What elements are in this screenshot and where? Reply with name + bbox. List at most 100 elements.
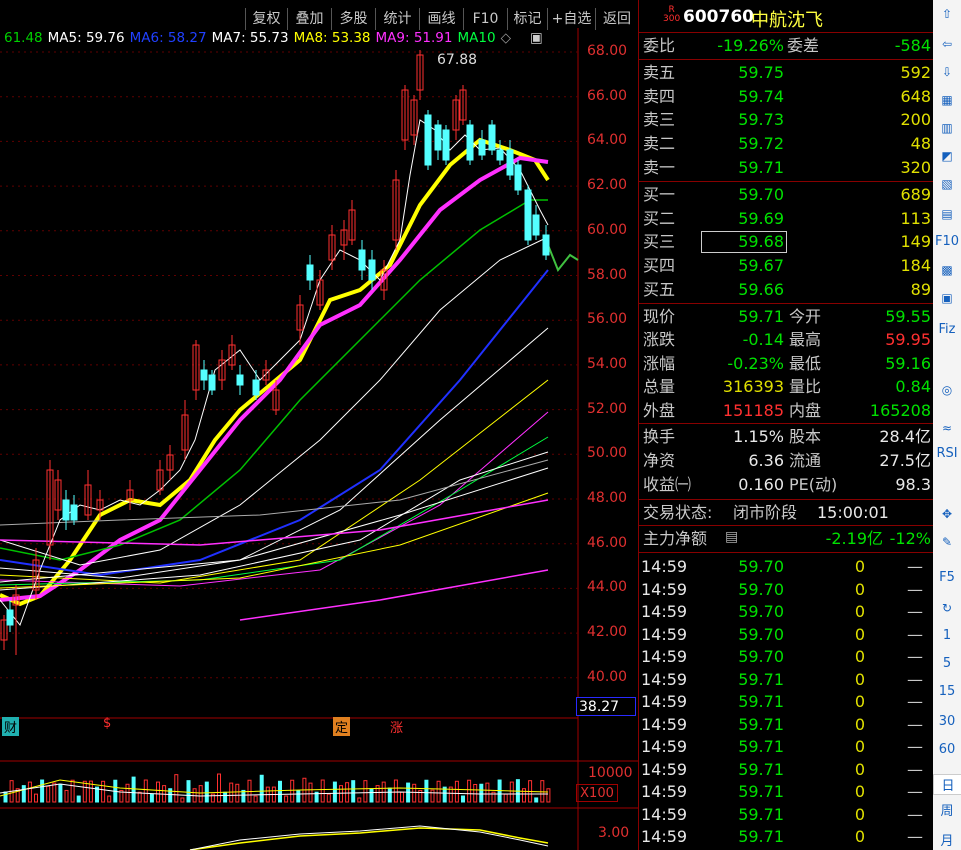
price-tick-8: 52.00 bbox=[587, 400, 628, 417]
stock-code: 600760 bbox=[683, 7, 754, 27]
toolbar-button-0[interactable]: 复权 bbox=[245, 8, 287, 30]
side-btn-9[interactable]: 日 bbox=[933, 774, 961, 795]
volume-bar bbox=[34, 793, 38, 803]
side-btn-2[interactable]: RSI bbox=[933, 446, 961, 461]
toolbar-button-6[interactable]: 标记 bbox=[507, 8, 547, 30]
kline-chart[interactable] bbox=[0, 28, 638, 850]
ask-vol-0: 592 bbox=[900, 63, 931, 82]
volume-bar bbox=[473, 783, 478, 803]
volume-bar bbox=[52, 782, 57, 803]
side-btn-8[interactable]: 60 bbox=[933, 742, 961, 757]
volume-bar bbox=[70, 779, 75, 803]
trend-icon[interactable]: ◩ bbox=[937, 146, 957, 166]
quote-v2-2: 59.16 bbox=[885, 353, 931, 373]
toolbar-button-2[interactable]: 多股 bbox=[331, 8, 375, 30]
toolbar-button-5[interactable]: F10 bbox=[463, 8, 507, 30]
volume-bar bbox=[412, 783, 417, 803]
volume-bar bbox=[387, 787, 392, 803]
tick-vol: 0 bbox=[854, 759, 865, 779]
toolbar-button-1[interactable]: 叠加 bbox=[287, 8, 331, 30]
marker-dollar[interactable]: $ bbox=[103, 716, 111, 731]
toolbar-button-8[interactable]: 返回 bbox=[595, 8, 638, 30]
book-icon[interactable]: ▣ bbox=[937, 288, 957, 308]
side-btn-1[interactable]: Fiz bbox=[933, 322, 961, 337]
side-btn-5[interactable]: 5 bbox=[933, 656, 961, 671]
candle bbox=[358, 249, 366, 271]
high-label: 67.88 bbox=[437, 52, 478, 68]
bar-icon[interactable]: ▩ bbox=[937, 260, 957, 280]
side-btn-6[interactable]: 15 bbox=[933, 684, 961, 699]
volume-bar bbox=[332, 781, 337, 803]
quote-l2-4: 内盘 bbox=[789, 400, 822, 420]
move-icon[interactable]: ✥ bbox=[937, 504, 957, 524]
grid-icon[interactable]: ▦ bbox=[937, 90, 957, 110]
toolbar-button-7[interactable]: +自选 bbox=[547, 8, 595, 30]
pencil-icon[interactable]: ✎ bbox=[937, 532, 957, 552]
tick-vol: 0 bbox=[854, 827, 865, 846]
volume-bar bbox=[290, 779, 295, 803]
chart-toolbar: 复权 叠加 多股 统计 画线 F10 标记 +自选 返回 bbox=[0, 4, 638, 30]
crosshair-icon[interactable]: ◎ bbox=[937, 380, 957, 400]
quote-l1-4: 外盘 bbox=[643, 400, 676, 420]
quote-v2-3: 0.84 bbox=[895, 377, 931, 397]
volume-bar bbox=[64, 789, 69, 803]
candle bbox=[542, 234, 550, 256]
tick-vol: 0 bbox=[854, 579, 865, 599]
tick-dir: — bbox=[907, 557, 923, 576]
list-icon[interactable]: ▤ bbox=[937, 204, 957, 224]
volume-bar bbox=[137, 791, 142, 803]
bid-price-4: 59.66 bbox=[738, 279, 784, 299]
tick-price: 59.71 bbox=[738, 692, 784, 711]
price-tick-4: 60.00 bbox=[587, 221, 628, 238]
side-btn-3[interactable]: F5 bbox=[933, 570, 961, 585]
marker-zhang[interactable]: 涨 bbox=[390, 717, 403, 736]
price-tick-1: 66.00 bbox=[587, 87, 628, 104]
table-icon[interactable]: ▥ bbox=[937, 118, 957, 138]
price-tick-3: 62.00 bbox=[587, 177, 628, 194]
toolbar-button-4[interactable]: 画线 bbox=[419, 8, 463, 30]
side-btn-10[interactable]: 周 bbox=[933, 800, 961, 819]
price-tick-5: 58.00 bbox=[587, 266, 628, 283]
tick-time: 14:59 bbox=[641, 759, 688, 779]
volume-bar bbox=[430, 789, 435, 803]
volume-bar bbox=[149, 793, 154, 803]
volume-bar bbox=[345, 782, 350, 803]
side-btn-0[interactable]: F10 bbox=[933, 234, 961, 249]
price-tick-10: 48.00 bbox=[587, 490, 628, 506]
volume-bar bbox=[143, 779, 148, 803]
quote-l1-3: 总量 bbox=[643, 377, 676, 397]
fund-v1-2: 0.160 bbox=[738, 475, 784, 494]
volume-bar bbox=[534, 797, 539, 803]
fund-l1-2: 收益㈠ bbox=[643, 475, 692, 494]
wave-icon[interactable]: ≈ bbox=[937, 418, 957, 438]
weidiff-label: 委差 bbox=[787, 36, 820, 55]
tick-time: 14:59 bbox=[641, 669, 688, 689]
volume-bar bbox=[107, 795, 112, 803]
side-btn-4[interactable]: 1 bbox=[933, 628, 961, 643]
stock-badge: R 300 bbox=[663, 5, 681, 24]
toolbar-button-3[interactable]: 统计 bbox=[375, 8, 419, 30]
left-arrow-icon[interactable]: ⇦ bbox=[937, 34, 957, 54]
candle-icon[interactable]: ▧ bbox=[937, 174, 957, 194]
tick-time: 14:59 bbox=[641, 602, 688, 621]
refresh-icon[interactable]: ↻ bbox=[937, 598, 957, 618]
volume-bar bbox=[259, 774, 264, 803]
ask-price-4: 59.71 bbox=[738, 157, 784, 177]
quote-l1-2: 涨幅 bbox=[643, 353, 676, 373]
volume-unit-box[interactable]: X100 bbox=[576, 784, 618, 802]
price-tick-9: 50.00 bbox=[587, 445, 628, 462]
candle bbox=[478, 139, 486, 156]
tick-vol: 0 bbox=[854, 692, 865, 711]
down-arrow-icon[interactable]: ⇩ bbox=[937, 62, 957, 82]
side-btn-7[interactable]: 30 bbox=[933, 714, 961, 729]
side-btn-11[interactable]: 月 bbox=[933, 830, 961, 849]
list-icon[interactable]: ▤ bbox=[725, 529, 738, 545]
quote-l2-1: 最高 bbox=[789, 330, 822, 350]
ask-vol-2: 200 bbox=[900, 110, 931, 130]
marker-finance[interactable]: 财 bbox=[2, 717, 20, 736]
volume-bar bbox=[204, 781, 209, 803]
tick-dir: — bbox=[907, 669, 923, 689]
marker-ding[interactable]: 定 bbox=[333, 717, 351, 736]
up-arrow-icon[interactable]: ⇧ bbox=[937, 4, 957, 24]
ask-vol-3: 48 bbox=[910, 134, 931, 154]
